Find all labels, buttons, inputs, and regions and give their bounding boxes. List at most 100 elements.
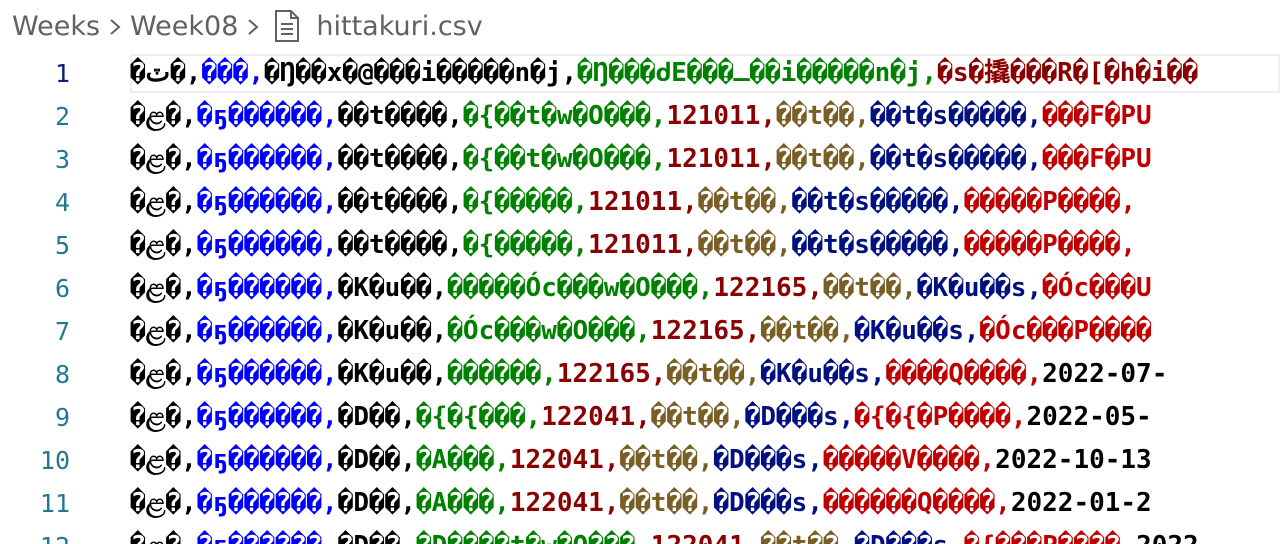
code-line[interactable]: 3 �ළ�,�ҕ������,��t����,�{��t�w�O���,12101… — [0, 138, 1280, 181]
line-content: �ළ�,�ҕ������,�D��,�D����t�w�O���,122041,… — [130, 525, 1214, 544]
csv-field: �ළ�, — [130, 101, 197, 131]
csv-field: ��t�s�����, — [869, 101, 1043, 131]
csv-field: ��t��, — [776, 101, 870, 131]
breadcrumb-file[interactable]: hittakuri.csv — [316, 11, 482, 42]
code-line[interactable]: 8 �ළ�,�ҕ������,�K�u��,������,122165,��t��… — [0, 353, 1280, 396]
csv-field: �ҕ������, — [196, 445, 338, 475]
csv-field: �Óc���P���� — [979, 316, 1152, 346]
line-content: �ළ�,�ҕ������,��t����,�{��t�w�O���,121011… — [130, 138, 1152, 181]
csv-field: �ළ�, — [130, 402, 197, 432]
csv-field: �K�u��, — [337, 359, 448, 389]
breadcrumb-week08[interactable]: Week08 — [130, 11, 238, 42]
csv-field: 2022- — [1136, 531, 1214, 544]
csv-field: �K�u��, — [337, 316, 448, 346]
csv-field: �ҕ������, — [196, 359, 338, 389]
csv-field: ��t��, — [697, 230, 792, 260]
csv-field: �K�u��s, — [854, 316, 980, 346]
csv-field: �ළ�, — [130, 273, 197, 303]
editor[interactable]: 1 �ٽ�,���,�Ŋ��x�@���i�����n�j,�Ŋ���ძE���ـ… — [0, 52, 1280, 544]
csv-field: 121011, — [588, 230, 698, 260]
csv-field: ��t��, — [619, 488, 714, 518]
csv-field: �����P����, — [963, 187, 1137, 217]
line-content: �ළ�,�ҕ������,�K�u��,�Óc���w�O���,122165,… — [130, 310, 1152, 353]
line-number: 12 — [0, 525, 70, 544]
csv-field: 2022-07- — [1042, 359, 1168, 389]
line-content: �ළ�,�ҕ������,�K�u��,�����Óc���w�O���,122… — [130, 267, 1152, 310]
csv-field: ��t�s�����, — [791, 230, 964, 260]
csv-field: �ҕ������, — [196, 273, 338, 303]
csv-field: �ҕ������, — [197, 531, 338, 544]
code-line[interactable]: 6 �ළ�,�ҕ������,�K�u��,�����Óc���w�O���,12… — [0, 267, 1280, 310]
csv-field: ��t����, — [337, 144, 463, 174]
csv-field: �ҕ������, — [196, 402, 338, 432]
csv-field: ������, — [447, 359, 557, 389]
code-line[interactable]: 2 �ළ�,�ҕ������,��t����,�{��t�w�O���,12101… — [0, 95, 1280, 138]
csv-field: 121011, — [666, 101, 777, 131]
code-line[interactable]: 7 �ළ�,�ҕ������,�K�u��,�Óc���w�O���,122165… — [0, 310, 1280, 353]
breadcrumb-weeks[interactable]: Weeks — [12, 11, 100, 42]
csv-field: ��t����, — [337, 101, 463, 131]
line-content: �ළ�,�ҕ������,�D��,�A���,122041,��t��,�D�… — [130, 439, 1152, 482]
line-number: 5 — [54, 231, 70, 260]
csv-field: �D��, — [338, 531, 416, 544]
csv-field: �D��, — [337, 445, 416, 475]
csv-field: �ٽ�, — [130, 58, 202, 88]
csv-field: 121011, — [666, 144, 777, 174]
code-line[interactable]: 12 �ළ�,�ҕ������,�D��,�D����t�w�O���,12204… — [0, 525, 1280, 544]
csv-field: �{�{���, — [415, 402, 542, 432]
code-line[interactable]: 9 �ළ�,�ҕ������,�D��,�{�{���,122041,��t��,… — [0, 396, 1280, 439]
csv-field: ��t�s�����, — [869, 144, 1043, 174]
csv-field: 122165, — [713, 273, 823, 303]
csv-field: ��t��, — [619, 445, 714, 475]
code-line[interactable]: 11 �ළ�,�ҕ������,�D��,�A���,122041,��t��,�… — [0, 482, 1280, 525]
csv-field: �ҕ������, — [196, 488, 338, 518]
csv-field: �D���s, — [713, 488, 823, 518]
csv-field: 122165, — [650, 316, 761, 346]
code-line[interactable]: 1 �ٽ�,���,�Ŋ��x�@���i�����n�j,�Ŋ���ძE���ـ… — [0, 52, 1280, 95]
csv-field: ���F�PU — [1042, 101, 1152, 131]
code-line[interactable]: 10 �ළ�,�ҕ������,�D��,�A���,122041,��t��,�… — [0, 439, 1280, 482]
csv-field: �ҕ������, — [196, 101, 338, 131]
csv-field: �ළ�, — [130, 144, 197, 174]
file-lines-icon — [272, 9, 302, 43]
csv-field: 122165, — [556, 359, 667, 389]
csv-field: �D��, — [337, 402, 416, 432]
csv-field: �Óc���w�O���, — [447, 316, 651, 346]
csv-field: ���F�PU — [1042, 144, 1152, 174]
csv-field: �ළ�, — [130, 230, 197, 260]
line-content: �ළ�,�ҕ������,��t����,�{��t�w�O���,121011… — [130, 95, 1152, 138]
code-line[interactable]: 4 �ළ�,�ҕ������,��t����,�{�����,121011,��t… — [0, 181, 1280, 224]
csv-field: ��t��, — [760, 531, 854, 544]
csv-field: �ළ�, — [130, 531, 197, 544]
line-content: �ළ�,�ҕ������,�D��,�{�{���,122041,��t��,�… — [130, 396, 1152, 439]
csv-field: �{�����, — [462, 230, 589, 260]
csv-field: �{�{�P����, — [854, 402, 1027, 432]
csv-field: �����P����, — [963, 230, 1137, 260]
csv-field: ��t��, — [666, 359, 761, 389]
csv-field: ���, — [201, 58, 265, 88]
line-number: 3 — [54, 145, 70, 174]
csv-field: �K�u��, — [337, 273, 448, 303]
csv-field: 122041, — [541, 402, 651, 432]
line-number: 10 — [39, 446, 70, 475]
csv-field: �Ŋ��x�@���i�����n�j, — [264, 58, 578, 88]
csv-field: �{�����, — [462, 187, 589, 217]
csv-field: 2022-05- — [1026, 402, 1152, 432]
csv-field: �{���P����, — [964, 531, 1136, 544]
code-line[interactable]: 5 �ළ�,�ҕ������,��t����,�{�����,121011,��t… — [0, 224, 1280, 267]
csv-field: ��t����, — [337, 230, 463, 260]
line-number: 9 — [54, 403, 70, 432]
csv-field: �ළ�, — [130, 445, 197, 475]
line-content: �ළ�,�ҕ������,�D��,�A���,122041,��t��,�D�… — [130, 482, 1152, 525]
csv-field: 122041, — [651, 531, 761, 544]
chevron-right-icon — [238, 11, 268, 42]
csv-field: ��t��, — [822, 273, 917, 303]
csv-field: �{��t�w�O���, — [462, 101, 667, 131]
csv-field: ��t��, — [760, 316, 855, 346]
csv-field: �ҕ������, — [196, 316, 338, 346]
csv-field: ������Q����, — [822, 488, 1011, 518]
csv-field: ��t��, — [697, 187, 792, 217]
csv-field: �����Óc���w�O���, — [447, 273, 714, 303]
line-number: 7 — [54, 317, 70, 346]
line-number: 4 — [54, 188, 70, 217]
